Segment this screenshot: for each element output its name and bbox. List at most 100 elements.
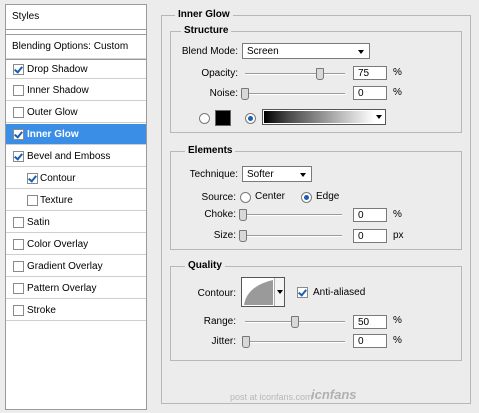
sidebar-item-pattern-overlay[interactable]: Pattern Overlay [6, 278, 146, 299]
structure-title: Structure [181, 25, 232, 36]
anti-aliased-checkbox[interactable] [297, 287, 308, 298]
opacity-input[interactable]: 75 [353, 66, 387, 80]
size-slider-track[interactable] [242, 235, 342, 237]
jitter-label: Jitter: [211, 336, 236, 347]
inner-glow-checkbox[interactable] [13, 129, 24, 140]
satin-checkbox[interactable] [13, 217, 24, 228]
gradient-picker[interactable] [262, 109, 386, 125]
contour-curve-icon [244, 280, 273, 305]
blending-options-item[interactable]: Blending Options: Custom [6, 34, 146, 60]
quality-title: Quality [185, 260, 225, 271]
texture-checkbox[interactable] [27, 195, 38, 206]
noise-value: 0 [358, 88, 364, 99]
sidebar-item-satin[interactable]: Satin [6, 212, 146, 233]
jitter-input[interactable]: 0 [353, 334, 387, 348]
sidebar-item-label: Color Overlay [27, 239, 89, 250]
contour-checkbox[interactable] [27, 173, 38, 184]
choke-input[interactable]: 0 [353, 208, 387, 222]
jitter-slider-thumb[interactable] [242, 336, 250, 348]
blending-options-label: Blending Options: Custom [12, 41, 129, 52]
checkmark-icon [298, 287, 307, 297]
chevron-down-icon [376, 115, 382, 119]
drop-shadow-checkbox[interactable] [13, 64, 24, 75]
sidebar-item-color-overlay[interactable]: Color Overlay [6, 234, 146, 255]
choke-slider-track[interactable] [242, 214, 342, 216]
jitter-unit: % [393, 335, 402, 346]
contour-dropdown-button[interactable] [274, 278, 284, 306]
watermark-text: post at iconfans.com [230, 392, 313, 402]
sidebar-item-inner-glow[interactable]: Inner Glow [6, 124, 146, 145]
styles-header[interactable]: Styles [6, 5, 146, 30]
sidebar-item-label: Inner Shadow [27, 85, 89, 96]
glow-color-swatch[interactable] [215, 110, 231, 126]
sidebar-item-label: Pattern Overlay [27, 283, 97, 294]
solid-color-radio[interactable] [199, 113, 210, 124]
source-center-radio[interactable] [240, 192, 251, 203]
noise-slider-track[interactable] [245, 93, 345, 95]
range-value: 50 [358, 317, 370, 328]
source-edge-label: Edge [316, 191, 340, 202]
stroke-checkbox[interactable] [13, 305, 24, 316]
sidebar-item-label: Stroke [27, 305, 56, 316]
sidebar-item-drop-shadow[interactable]: Drop Shadow [6, 58, 146, 79]
noise-input[interactable]: 0 [353, 86, 387, 100]
sidebar-item-inner-shadow[interactable]: Inner Shadow [6, 80, 146, 101]
inner-shadow-checkbox[interactable] [13, 85, 24, 96]
gradient-radio[interactable] [245, 113, 256, 124]
opacity-unit: % [393, 67, 402, 78]
pattern-overlay-checkbox[interactable] [13, 283, 24, 294]
sidebar-item-label: Texture [40, 195, 73, 206]
source-label: Source: [201, 192, 236, 203]
sidebar-item-label: Satin [27, 217, 50, 228]
outer-glow-checkbox[interactable] [13, 107, 24, 118]
source-edge-radio[interactable] [301, 192, 312, 203]
sidebar-item-label: Contour [40, 173, 76, 184]
sidebar-item-bevel-emboss[interactable]: Bevel and Emboss [6, 146, 146, 167]
technique-select[interactable]: Softer [242, 166, 312, 182]
choke-label: Choke: [204, 209, 236, 220]
size-label: Size: [213, 230, 236, 241]
styles-label: Styles [12, 11, 40, 22]
sidebar-item-texture[interactable]: Texture [6, 190, 146, 211]
gradient-overlay-checkbox[interactable] [13, 261, 24, 272]
gradient-preview [264, 111, 374, 123]
sidebar-item-outer-glow[interactable]: Outer Glow [6, 102, 146, 123]
sidebar-item-gradient-overlay[interactable]: Gradient Overlay [6, 256, 146, 277]
jitter-value: 0 [358, 336, 364, 347]
range-slider-thumb[interactable] [291, 316, 299, 328]
bevel-emboss-checkbox[interactable] [13, 151, 24, 162]
technique-label: Technique: [189, 169, 238, 180]
sidebar-item-contour[interactable]: Contour [6, 168, 146, 189]
opacity-slider-track[interactable] [245, 73, 345, 75]
styles-list-panel: Styles Blending Options: Custom Drop Sha… [5, 4, 147, 410]
size-input[interactable]: 0 [353, 229, 387, 243]
contour-picker[interactable] [241, 277, 285, 307]
choke-unit: % [393, 209, 402, 220]
choke-value: 0 [358, 210, 364, 221]
range-input[interactable]: 50 [353, 315, 387, 329]
size-unit: px [393, 230, 404, 241]
sidebar-item-stroke[interactable]: Stroke [6, 300, 146, 321]
sidebar-item-label: Inner Glow [27, 129, 79, 140]
noise-slider-thumb[interactable] [241, 88, 249, 100]
jitter-slider-track[interactable] [245, 341, 345, 343]
elements-title: Elements [185, 145, 236, 156]
sidebar-item-label: Gradient Overlay [27, 261, 103, 272]
technique-value: Softer [247, 169, 274, 180]
chevron-down-icon [358, 50, 364, 54]
color-overlay-checkbox[interactable] [13, 239, 24, 250]
opacity-value: 75 [358, 68, 370, 79]
chevron-down-icon [300, 173, 306, 177]
chevron-down-icon [277, 290, 283, 294]
size-slider-thumb[interactable] [239, 230, 247, 242]
choke-slider-thumb[interactable] [239, 209, 247, 221]
range-label: Range: [203, 316, 236, 327]
watermark-logo: icnfans [311, 387, 357, 402]
sidebar-item-label: Bevel and Emboss [27, 151, 111, 162]
opacity-label: Opacity: [201, 68, 238, 79]
sidebar-item-label: Drop Shadow [27, 64, 88, 75]
range-unit: % [393, 315, 402, 326]
opacity-slider-thumb[interactable] [316, 68, 324, 80]
noise-unit: % [393, 87, 402, 98]
blend-mode-select[interactable]: Screen [242, 43, 370, 59]
